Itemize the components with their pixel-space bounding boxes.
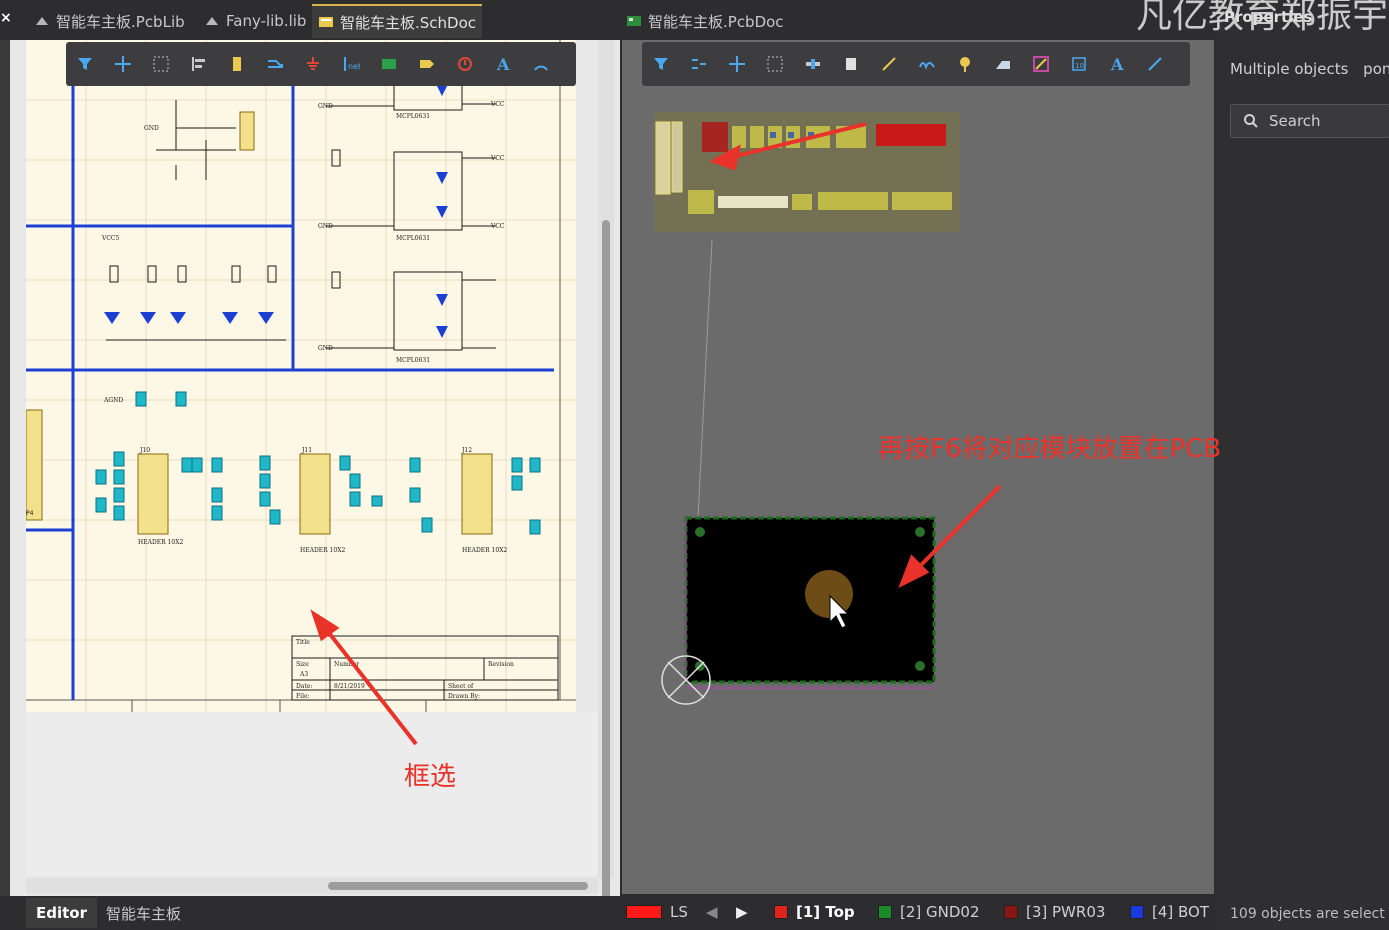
annotation-pcb-note: 再按F6将对应模块放置在PCB (878, 434, 1222, 464)
annotation-select-note: 框选 (404, 762, 457, 792)
annotation-arrows (310, 122, 1002, 746)
app-window: × 智能车主板.PcbLib Fany-lib.lib 智能车主板.SchDoc… (0, 0, 1389, 930)
